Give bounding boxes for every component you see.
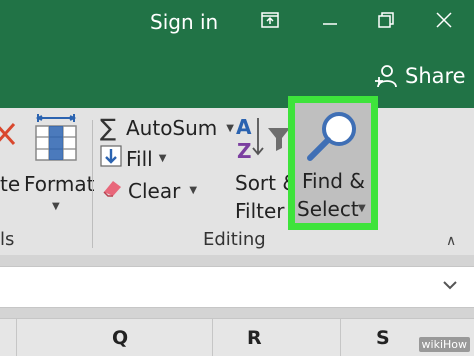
sign-in-link[interactable]: Sign in: [150, 10, 218, 34]
fill-dropdown-caret: ▼: [158, 153, 167, 164]
watermark-logo: wikiHow: [418, 337, 470, 352]
autosum-button[interactable]: ∑ AutoSum ▼: [100, 114, 234, 142]
share-label: Share: [405, 64, 466, 88]
column-headers: Q R S: [0, 318, 474, 356]
column-header-q[interactable]: Q: [112, 327, 128, 349]
cells-group-label: ls: [0, 229, 15, 250]
title-bar: Sign in Share: [0, 0, 474, 108]
minimize-icon[interactable]: [318, 11, 342, 34]
format-dropdown-caret[interactable]: ▼: [52, 201, 60, 212]
svg-text:A: A: [236, 115, 252, 139]
collapse-ribbon-icon[interactable]: ∧: [446, 233, 456, 249]
sort-filter-icon: A Z: [236, 115, 290, 163]
ribbon-display-options-icon[interactable]: [258, 11, 282, 34]
delete-label[interactable]: te: [0, 172, 20, 196]
editing-group-label: Editing: [203, 229, 266, 250]
format-button-label[interactable]: Format: [24, 172, 94, 196]
add-person-icon: [375, 65, 397, 88]
delete-icon[interactable]: [0, 120, 18, 155]
sort-filter-label-line2: Filter: [235, 199, 285, 223]
fill-label: Fill: [126, 146, 153, 171]
column-separator: [340, 319, 341, 356]
column-separator: [212, 319, 213, 356]
fill-button[interactable]: Fill ▼: [100, 145, 166, 172]
clear-button[interactable]: Clear ▼: [100, 177, 197, 204]
group-divider: [92, 120, 93, 248]
column-separator: [16, 319, 17, 356]
clear-label: Clear: [128, 178, 181, 203]
clear-dropdown-caret: ▼: [189, 185, 198, 196]
chevron-down-icon[interactable]: [442, 277, 458, 296]
svg-text:Z: Z: [237, 139, 252, 163]
close-icon[interactable]: [432, 11, 456, 34]
format-icon[interactable]: [32, 112, 80, 169]
fill-down-icon: [100, 145, 126, 172]
autosum-label: AutoSum: [126, 116, 218, 140]
restore-icon[interactable]: [374, 11, 398, 34]
share-button[interactable]: Share: [373, 63, 466, 89]
column-header-r[interactable]: R: [247, 327, 262, 349]
column-header-s[interactable]: S: [376, 327, 390, 349]
eraser-icon: [100, 177, 128, 204]
highlight-box: [288, 96, 378, 230]
sort-filter-button[interactable]: A Z Sort & Filter: [232, 114, 298, 226]
formula-bar[interactable]: [0, 266, 474, 308]
sigma-icon: ∑: [100, 114, 117, 142]
